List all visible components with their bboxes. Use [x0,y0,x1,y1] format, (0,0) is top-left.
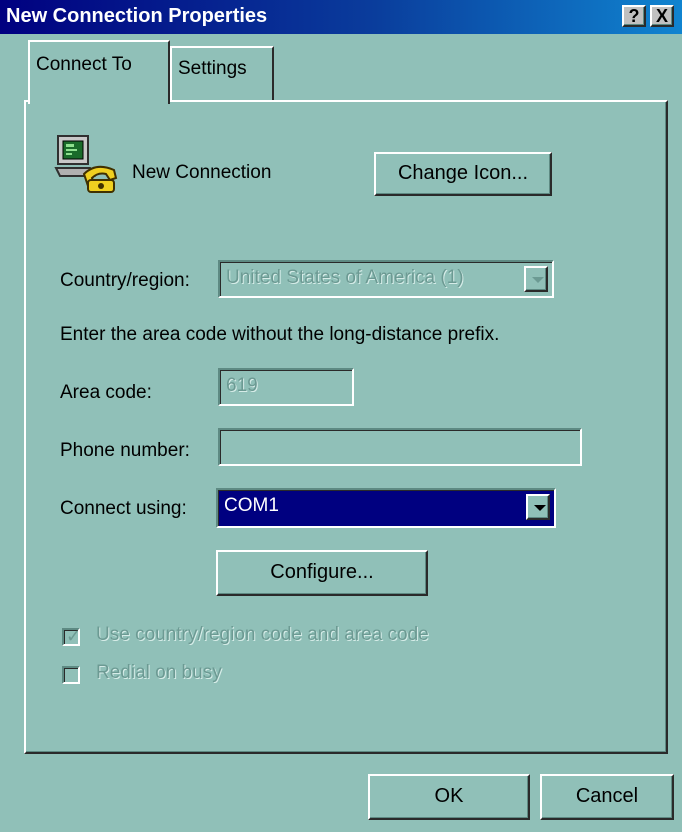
area-code-label: Area code: [60,382,152,403]
redial-on-busy-checkbox[interactable] [62,666,80,684]
chevron-down-icon[interactable] [526,494,550,520]
checkmark-icon: ✓ [66,626,82,646]
phone-number-input[interactable] [218,428,582,466]
tab-settings-label: Settings [178,58,247,79]
help-icon: ? [628,6,640,26]
area-code-instruction: Enter the area code without the long-dis… [60,324,500,345]
country-region-select[interactable]: United States of America (1) [218,260,554,298]
tab-connect-to-label: Connect To [36,54,132,75]
use-country-code-label: Use country/region code and area code [96,624,429,645]
ok-button-label: OK [434,785,464,807]
change-icon-button[interactable]: Change Icon... [374,152,552,196]
connect-using-label: Connect using: [60,498,187,519]
change-icon-button-label: Change Icon... [397,162,529,184]
title-bar[interactable]: New Connection Properties ? X [0,0,682,34]
configure-button[interactable]: Configure... [216,550,428,596]
use-country-code-checkbox[interactable]: ✓ [62,626,82,646]
tab-panel: New Connection Change Icon... Country/re… [24,100,668,754]
redial-on-busy-label: Redial on busy [96,662,222,683]
close-button[interactable]: X [650,5,674,27]
help-button[interactable]: ? [622,5,646,27]
ok-button[interactable]: OK [368,774,530,820]
country-region-label: Country/region: [60,270,190,291]
cancel-button-label: Cancel [575,785,639,807]
cancel-button[interactable]: Cancel [540,774,674,820]
tab-settings[interactable]: Settings [170,46,274,102]
phone-number-label: Phone number: [60,440,190,461]
chevron-down-icon [524,266,548,292]
phone-computer-icon [54,134,120,196]
connect-using-value: COM1 [224,495,279,516]
connection-name: New Connection [132,162,272,183]
window-title: New Connection Properties [6,5,268,27]
configure-button-label: Configure... [270,561,374,583]
connect-using-select[interactable]: COM1 [216,488,556,528]
country-region-value: United States of America (1) [226,267,464,288]
area-code-input[interactable]: 619 [218,368,354,406]
area-code-value: 619 [226,375,258,396]
tab-connect-to[interactable]: Connect To [28,40,170,104]
close-icon: X [655,6,668,26]
